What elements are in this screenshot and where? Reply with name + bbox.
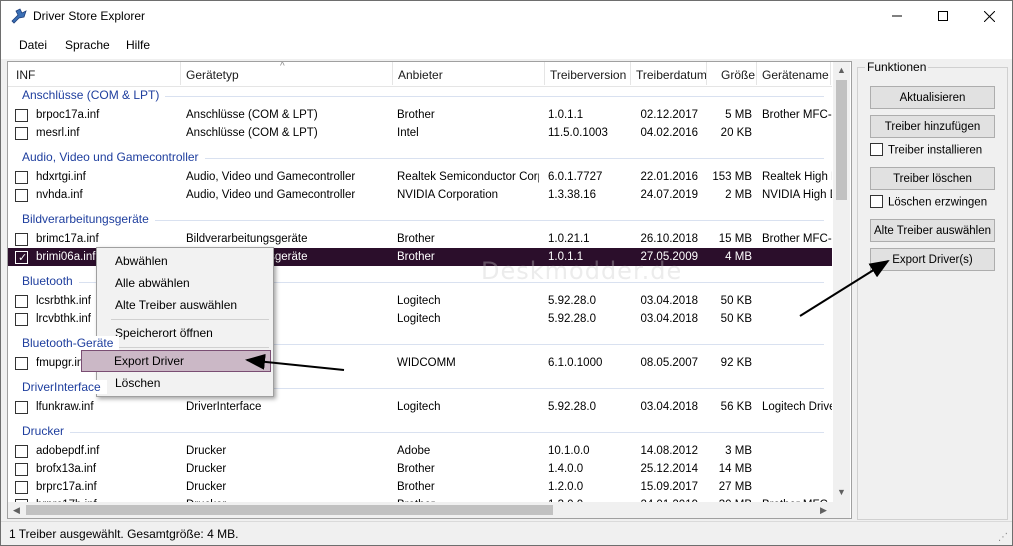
group-label: Bluetooth-Geräte: [22, 336, 120, 350]
group-label: Drucker: [22, 424, 71, 438]
group-label: Anschlüsse (COM & LPT): [22, 88, 166, 102]
annotation-arrow-left: [245, 353, 345, 371]
group-label: Bildverarbeitungsgeräte: [22, 212, 155, 226]
group-label: DriverInterface: [22, 380, 107, 394]
annotation-overlay: [245, 259, 890, 371]
group-label: Audio, Video und Gamecontroller: [22, 150, 205, 164]
group-label: Bluetooth: [22, 274, 79, 288]
annotation-arrow-right: [799, 259, 890, 317]
